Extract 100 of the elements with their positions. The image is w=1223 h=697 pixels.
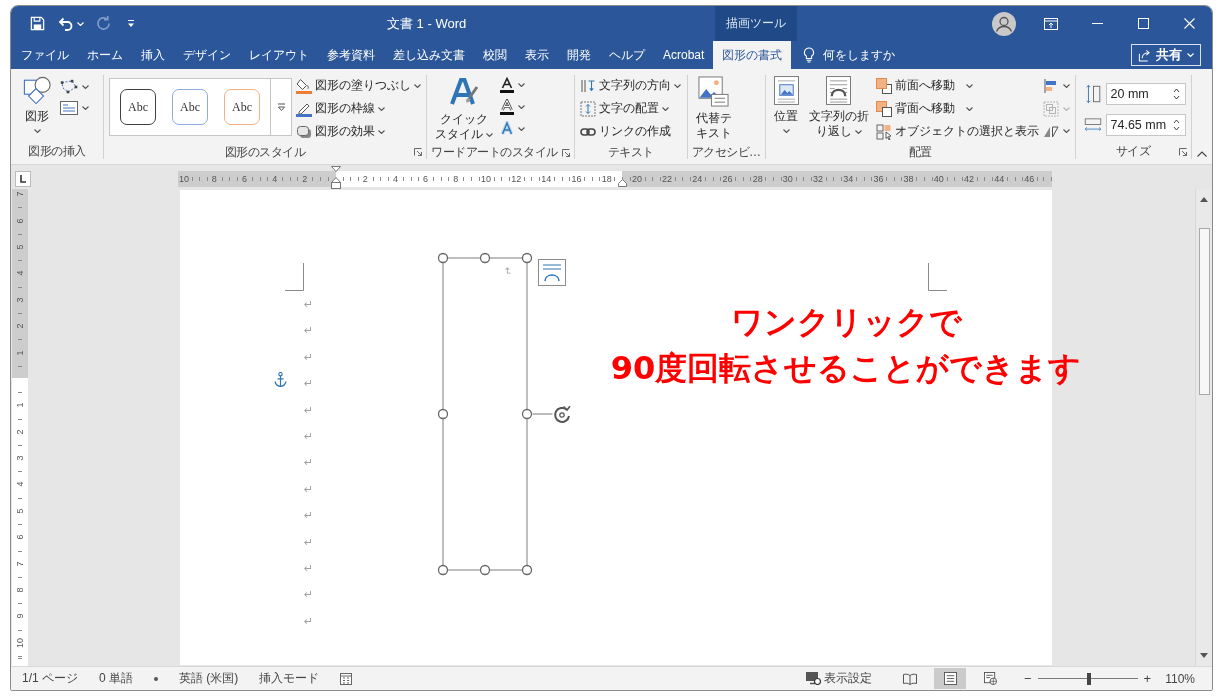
anchor-icon[interactable]: [274, 372, 287, 387]
shapes-button[interactable]: 図形: [20, 74, 54, 135]
word-count[interactable]: 0 単語: [99, 670, 134, 687]
page-globe-icon: [983, 672, 997, 685]
resize-handle-icon[interactable]: [521, 252, 533, 264]
share-button[interactable]: 共有: [1131, 44, 1201, 66]
flip-triangles-icon: [1042, 124, 1059, 138]
caret-icon: [782, 129, 790, 133]
scroll-up-icon[interactable]: [1200, 197, 1208, 202]
dialog-launcher-icon[interactable]: [1178, 147, 1187, 156]
resize-handle-icon[interactable]: [521, 408, 533, 420]
ruler-number: 46: [1024, 174, 1035, 184]
zoom-in-button[interactable]: +: [1143, 671, 1152, 686]
ribbon-tab[interactable]: レイアウト: [240, 41, 318, 69]
undo-icon[interactable]: [58, 16, 74, 31]
paragraph-mark: ↵: [304, 509, 314, 523]
ribbon-tab[interactable]: ホーム: [78, 41, 132, 69]
monitor-gear-icon: [806, 672, 821, 685]
ribbon-tab[interactable]: 差し込み文書: [384, 41, 474, 69]
ribbon-tab[interactable]: 参考資料: [318, 41, 384, 69]
align-button[interactable]: [1042, 78, 1070, 94]
group-label: 配置: [908, 143, 932, 161]
caret-icon: [965, 83, 973, 88]
avatar-icon[interactable]: [992, 11, 1016, 36]
style-swatch[interactable]: Abc: [172, 89, 208, 125]
ruler-number: 4: [272, 174, 278, 184]
ribbon-tab[interactable]: Acrobat: [654, 41, 714, 69]
send-backward-button[interactable]: 背面へ移動: [875, 97, 1039, 120]
maximize-icon[interactable]: [1137, 18, 1149, 29]
dialog-launcher-icon[interactable]: [561, 148, 570, 157]
shape-height-field[interactable]: 20 mm: [1105, 83, 1186, 105]
resize-handle-icon[interactable]: [479, 252, 491, 264]
ribbon-tab[interactable]: 表示: [516, 41, 558, 69]
ruler-number: 34: [843, 174, 854, 184]
macro-record-icon[interactable]: [340, 672, 353, 685]
ribbon-tab[interactable]: 図形の書式: [713, 41, 792, 69]
create-link-button[interactable]: リンクの作成: [579, 120, 681, 143]
bring-forward-button[interactable]: 前面へ移動: [875, 74, 1039, 97]
rotate-button[interactable]: [1042, 124, 1070, 138]
resize-handle-icon[interactable]: [437, 252, 449, 264]
collapse-ribbon-icon[interactable]: [1197, 151, 1207, 157]
indent-marker-icon[interactable]: [331, 166, 341, 189]
dot-icon[interactable]: [154, 676, 159, 681]
layout-options-icon[interactable]: [538, 259, 566, 286]
text-fill-button[interactable]: [500, 77, 525, 93]
spinner-icon[interactable]: [1172, 118, 1180, 132]
quick-styles-button[interactable]: クイック スタイル: [432, 74, 496, 144]
shape-effects-icon: [296, 123, 312, 140]
group-label: ワードアートのスタイル: [431, 144, 558, 161]
resize-handle-icon[interactable]: [479, 564, 491, 576]
ribbon-tab[interactable]: デザイン: [174, 41, 240, 69]
zoom-level[interactable]: 110%: [1165, 671, 1195, 686]
edit-shape-button[interactable]: [60, 79, 89, 94]
alt-text-button[interactable]: 代替テ キスト: [692, 74, 735, 143]
ribbon-tab[interactable]: ヘルプ: [600, 41, 654, 69]
zoom-slider-thumb[interactable]: [1086, 672, 1091, 685]
shape-effects-button[interactable]: 図形の効果: [296, 120, 421, 143]
paragraph-mark: ↵: [304, 377, 314, 391]
ribbon-display-icon[interactable]: [1044, 17, 1058, 30]
text-effects-button[interactable]: [500, 121, 525, 136]
shape-outline-button[interactable]: 図形の枠線: [296, 97, 421, 120]
shape-fill-button[interactable]: 図形の塗りつぶし: [296, 74, 421, 97]
style-swatch[interactable]: Abc: [224, 89, 260, 125]
dropdown-icon[interactable]: [127, 19, 135, 28]
text-direction-button[interactable]: 文字列の方向: [579, 74, 681, 97]
rotate-handle-icon[interactable]: [532, 405, 571, 423]
display-settings-button[interactable]: 表示設定: [806, 670, 872, 687]
indent-marker-icon[interactable]: [618, 179, 627, 187]
text-outline-button[interactable]: [500, 99, 525, 115]
shape-width-field[interactable]: 74.65 mm: [1105, 114, 1186, 136]
text-box-button[interactable]: [60, 101, 89, 115]
selection-pane-button[interactable]: オブジェクトの選択と表示: [875, 120, 1039, 143]
zoom-out-button[interactable]: −: [1024, 671, 1032, 686]
resize-handle-icon[interactable]: [521, 564, 533, 576]
ruler-number: 10: [480, 174, 491, 184]
print-layout-button[interactable]: [934, 668, 966, 689]
page-count[interactable]: 1/1 ページ: [22, 670, 78, 687]
ribbon-tab[interactable]: 校閲: [474, 41, 516, 69]
scroll-down-icon[interactable]: [1200, 653, 1208, 658]
insert-mode-status[interactable]: 挿入モード: [259, 670, 320, 687]
paragraph-mark: ↵: [304, 456, 314, 470]
position-button[interactable]: 位置: [770, 74, 802, 135]
ruler-number: 32: [813, 174, 824, 184]
resize-handle-icon[interactable]: [437, 564, 449, 576]
scroll-thumb[interactable]: [1198, 228, 1210, 395]
save-icon[interactable]: [30, 16, 45, 31]
tell-me-button[interactable]: 何をしますか: [803, 41, 896, 69]
ribbon-tab[interactable]: 開発: [558, 41, 600, 69]
close-icon[interactable]: [1183, 18, 1195, 29]
tab-stop-icon[interactable]: [15, 171, 31, 187]
minimize-icon[interactable]: [1091, 23, 1103, 24]
resize-handle-icon[interactable]: [437, 408, 449, 420]
wrap-text-button[interactable]: 文字列の折 り返し: [805, 74, 872, 141]
dialog-launcher-icon[interactable]: [414, 148, 422, 156]
ribbon-tab[interactable]: 挿入: [132, 41, 174, 69]
language-status[interactable]: 英語 (米国): [179, 670, 239, 687]
ribbon-tab[interactable]: ファイル: [12, 41, 78, 69]
style-swatch[interactable]: Abc: [120, 89, 156, 125]
text-align-button[interactable]: 文字の配置: [579, 97, 681, 120]
spinner-icon[interactable]: [1172, 87, 1180, 101]
